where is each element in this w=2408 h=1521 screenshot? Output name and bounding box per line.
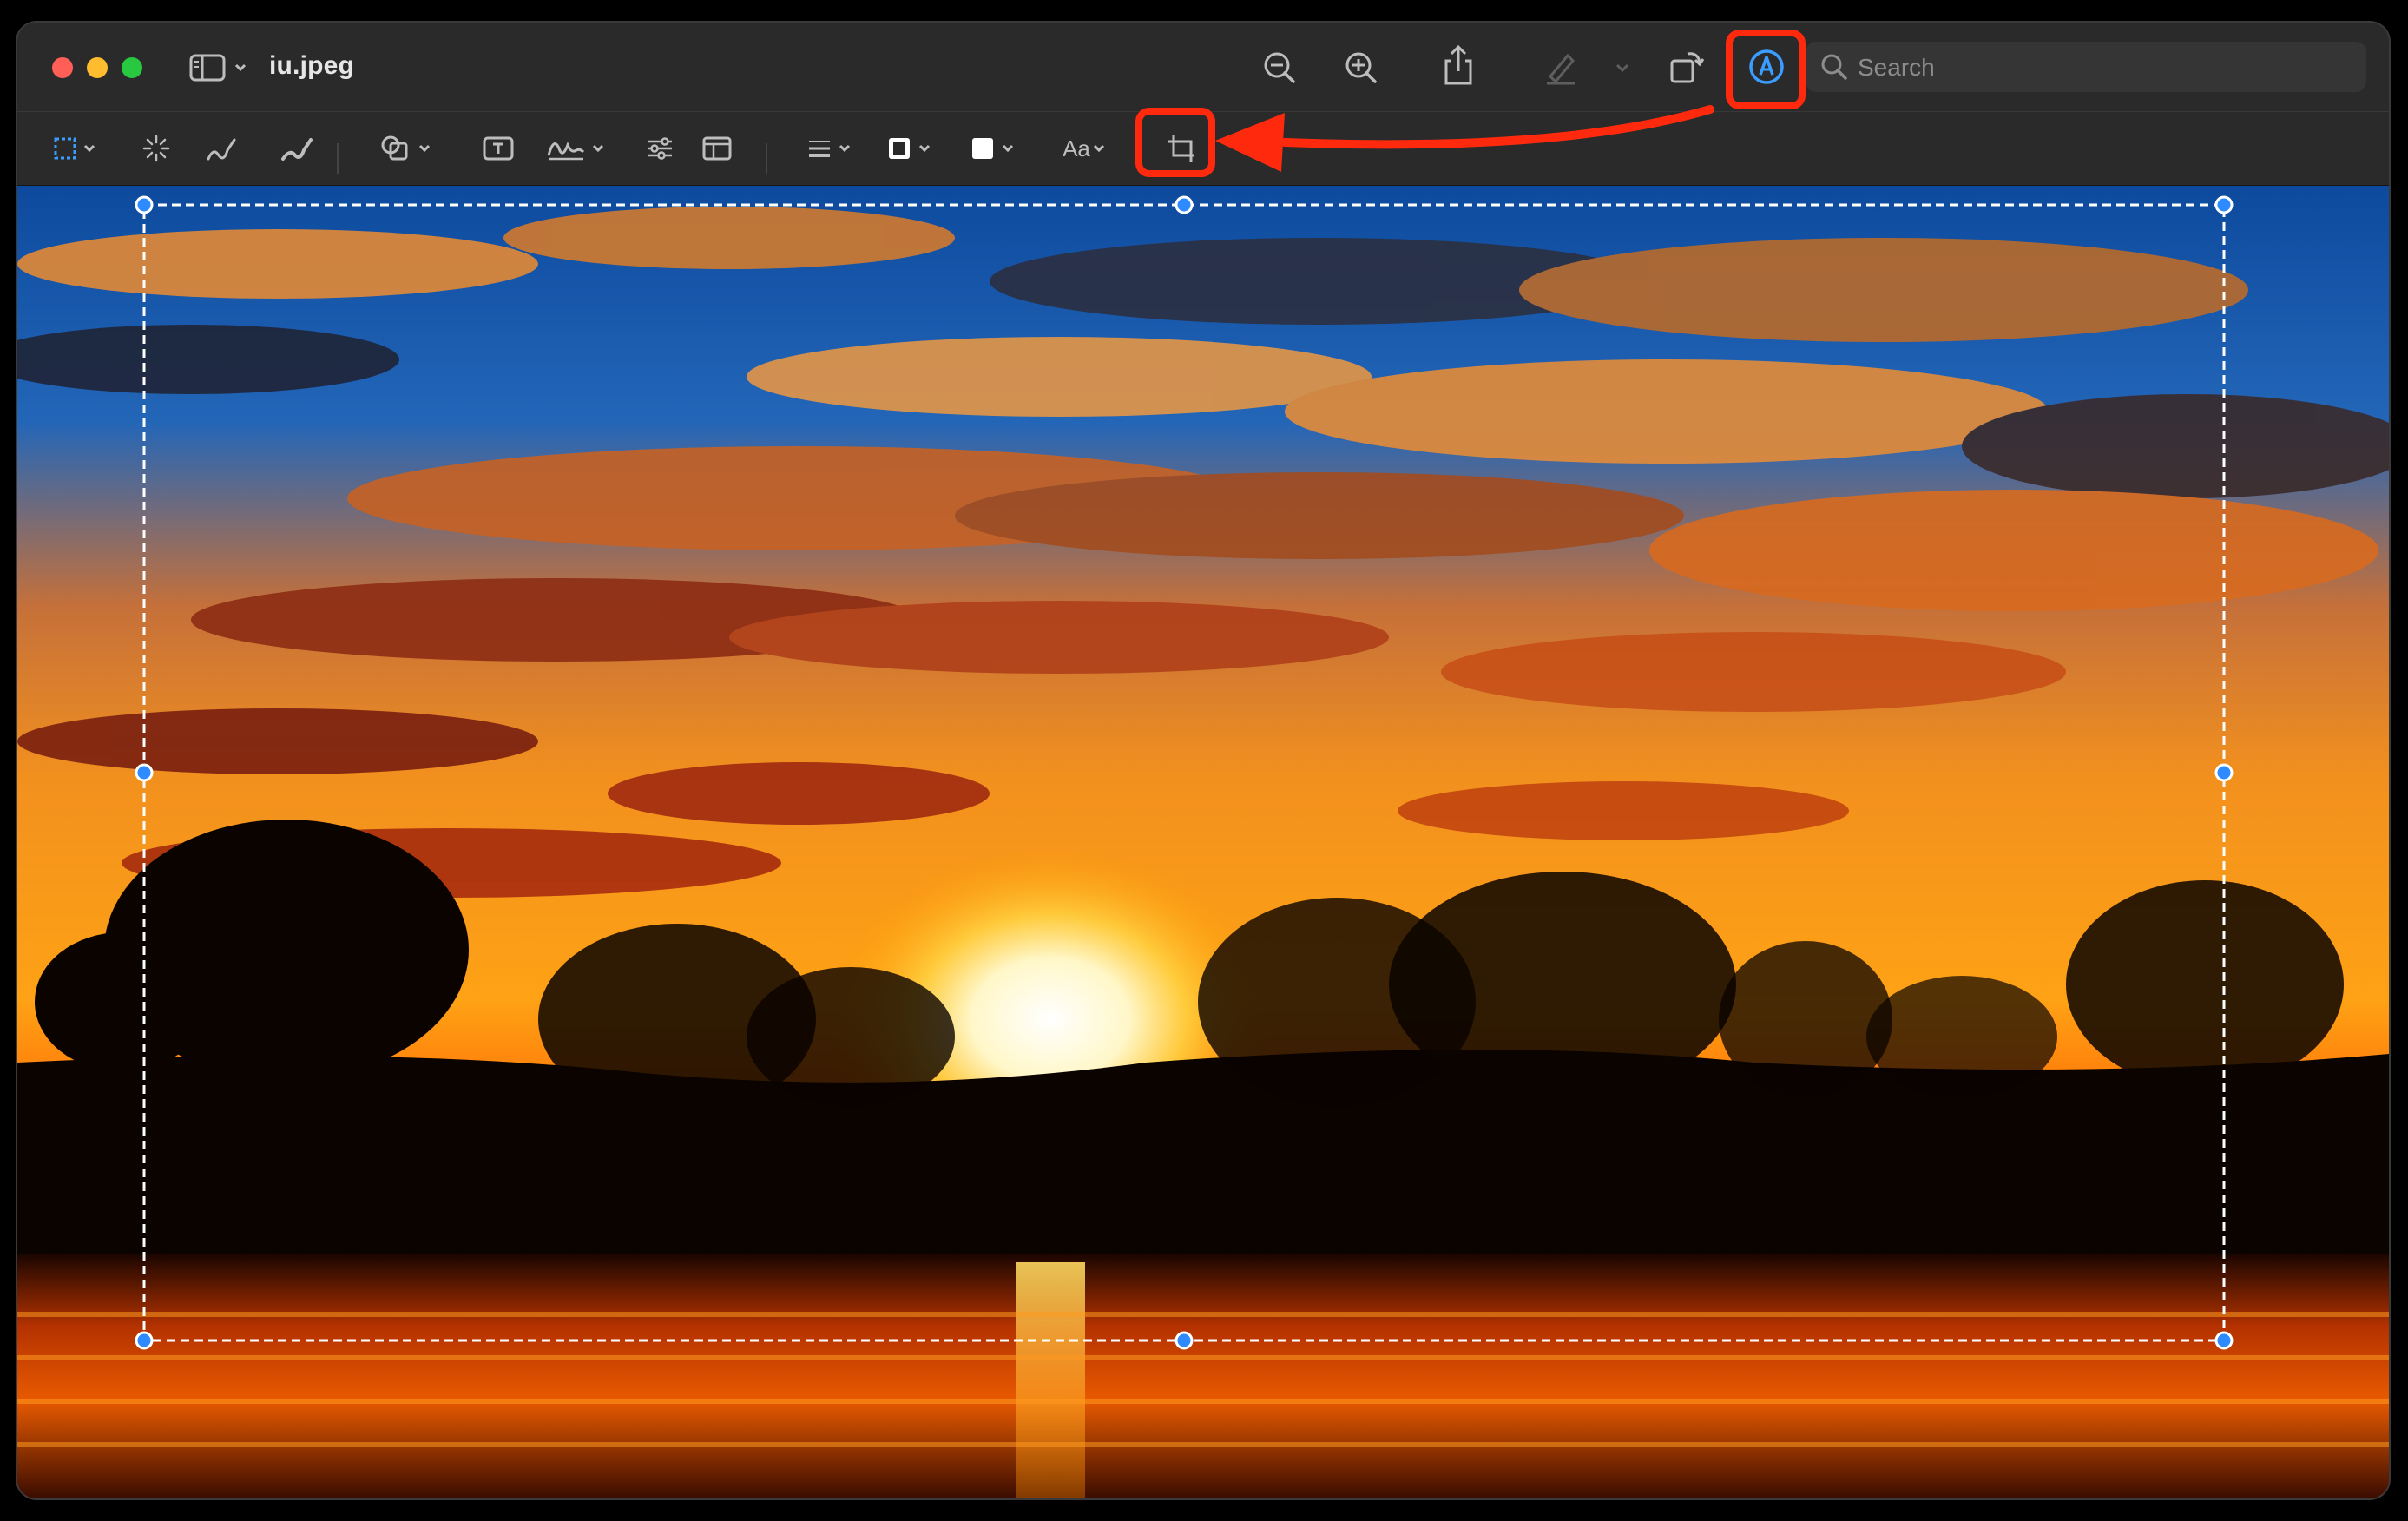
crop-selection-rectangle[interactable]	[142, 203, 2226, 1342]
callout-arrowhead	[1215, 113, 1285, 172]
callout-arrow	[1280, 105, 1714, 149]
annotation-overlay	[135, 105, 2234, 1350]
selection-handle-bottom-left[interactable]	[135, 1331, 154, 1350]
preview-window: iu.jpeg Search Aa	[17, 23, 2389, 1498]
selection-handle-top-left[interactable]	[135, 195, 154, 214]
crop-button-callout	[1135, 108, 1215, 177]
markup-button-callout	[1726, 30, 1806, 109]
selection-handle-right[interactable]	[2214, 763, 2234, 782]
selection-handle-top-right[interactable]	[2214, 195, 2234, 214]
selection-handle-bottom[interactable]	[1174, 1331, 1194, 1350]
selection-handle-left[interactable]	[135, 763, 154, 782]
selection-handle-top[interactable]	[1174, 195, 1194, 214]
selection-handle-bottom-right[interactable]	[2214, 1331, 2234, 1350]
